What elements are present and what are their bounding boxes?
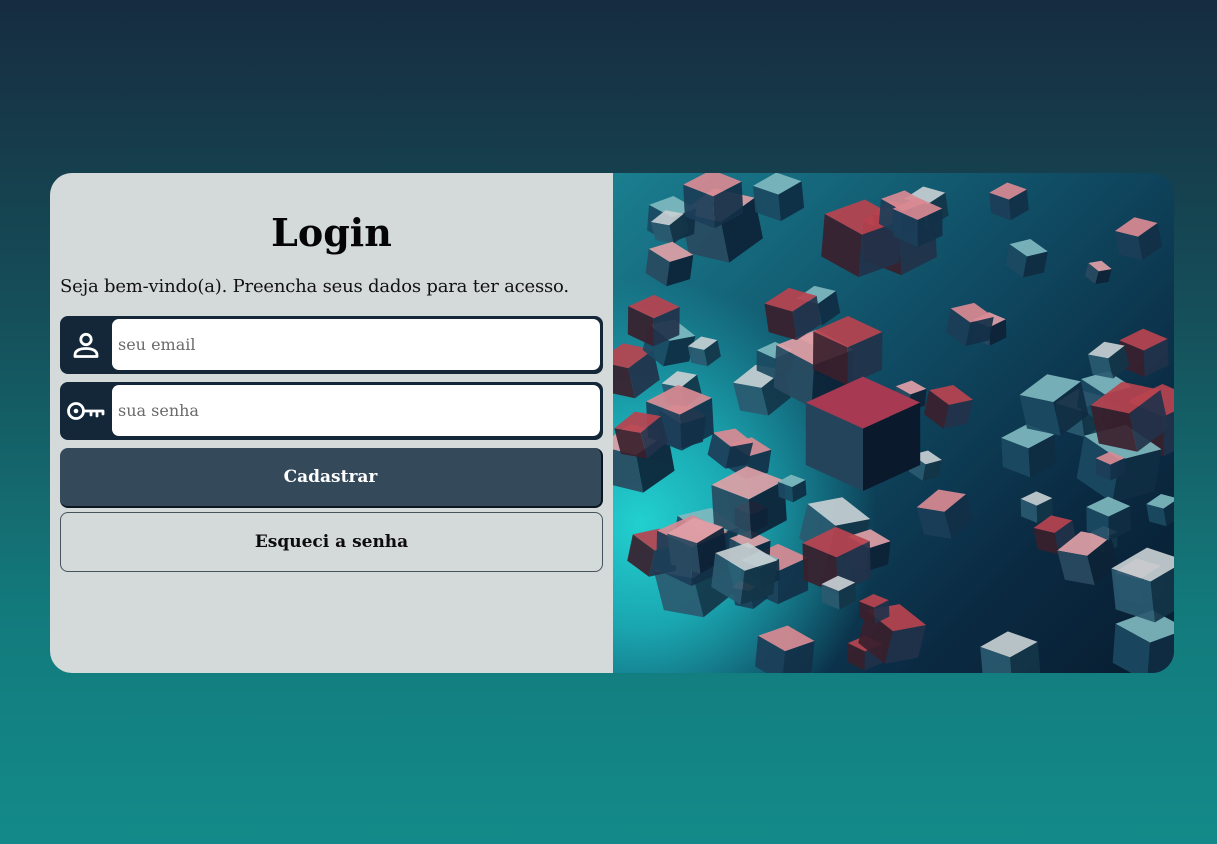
cube-shape <box>923 385 973 429</box>
page-title: Login <box>271 210 392 255</box>
key-icon <box>60 385 112 436</box>
email-input[interactable] <box>112 319 600 370</box>
cube-shape <box>755 625 815 673</box>
cube-shape <box>1084 260 1112 285</box>
forgot-password-button[interactable]: Esqueci a senha <box>60 512 603 572</box>
cubes-illustration <box>613 173 1174 673</box>
cube-shape <box>980 631 1041 673</box>
cube-shape <box>916 489 974 539</box>
cube-shape <box>645 241 694 287</box>
hero-image <box>613 173 1174 673</box>
cube-shape <box>752 173 805 222</box>
login-panel: Login Seja bem-vindo(a). Preencha seus d… <box>50 173 613 673</box>
cube-shape <box>989 182 1029 221</box>
cube-shape <box>1005 239 1048 278</box>
email-field-group <box>60 316 603 374</box>
cube-shape <box>1111 547 1174 623</box>
cube-shape <box>1119 328 1169 377</box>
register-button[interactable]: Cadastrar <box>60 448 603 508</box>
user-icon <box>60 319 112 370</box>
login-card: Login Seja bem-vindo(a). Preencha seus d… <box>50 173 1174 673</box>
password-field-group <box>60 382 603 440</box>
cube-shape <box>1146 493 1174 527</box>
welcome-text: Seja bem-vindo(a). Preencha seus dados p… <box>60 276 569 297</box>
password-input[interactable] <box>112 385 600 436</box>
cube-shape <box>1114 217 1163 261</box>
